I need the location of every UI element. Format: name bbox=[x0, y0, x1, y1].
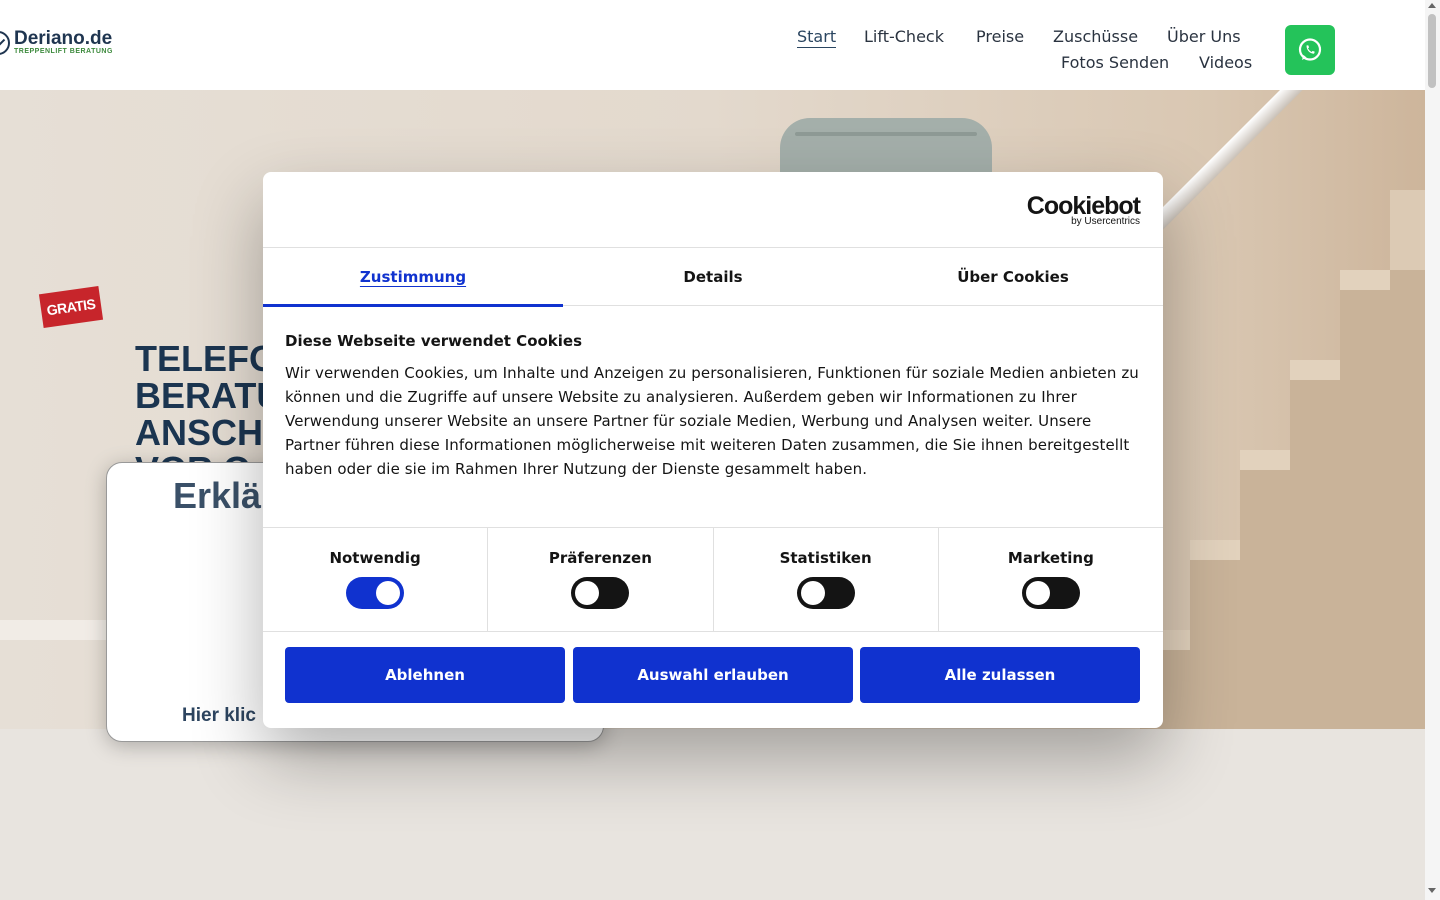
nav-ueber-uns[interactable]: Über Uns bbox=[1167, 27, 1241, 46]
toggle-statistiken[interactable] bbox=[796, 577, 855, 609]
nav-start[interactable]: Start bbox=[797, 27, 837, 48]
tab-zustimmung-label: Zustimmung bbox=[359, 268, 467, 286]
dialog-tabs: Zustimmung Details Über Cookies bbox=[263, 248, 1163, 307]
tab-ueber-cookies-label: Über Cookies bbox=[957, 268, 1069, 286]
category-label: Präferenzen bbox=[548, 549, 652, 567]
category-marketing: Marketing bbox=[939, 528, 1163, 631]
video-card-cta[interactable]: Hier klic bbox=[182, 705, 256, 727]
tab-details-label: Details bbox=[683, 268, 743, 286]
tab-zustimmung[interactable]: Zustimmung bbox=[263, 248, 563, 307]
dialog-heading: Diese Webseite verwendet Cookies bbox=[285, 332, 583, 350]
category-label: Statistiken bbox=[779, 549, 872, 567]
cookie-consent-dialog: Cookiebot by Usercentrics Zustimmung Det… bbox=[263, 172, 1163, 728]
tab-details[interactable]: Details bbox=[563, 248, 863, 306]
dialog-body: Diese Webseite verwendet Cookies Wir ver… bbox=[285, 332, 1141, 481]
category-label: Notwendig bbox=[329, 549, 421, 567]
decline-button[interactable]: Ablehnen bbox=[285, 647, 565, 703]
nav-fotos-senden[interactable]: Fotos Senden bbox=[1061, 53, 1169, 72]
logo-check-icon bbox=[0, 30, 10, 55]
allow-all-button[interactable]: Alle zulassen bbox=[860, 647, 1140, 703]
whatsapp-button[interactable] bbox=[1285, 25, 1335, 75]
video-card-title: Erklä bbox=[173, 475, 262, 516]
allow-selection-button[interactable]: Auswahl erlauben bbox=[573, 647, 853, 703]
toggle-praeferenzen[interactable] bbox=[571, 577, 630, 609]
scroll-down-arrow-icon[interactable] bbox=[1428, 888, 1436, 893]
category-notwendig: Notwendig bbox=[263, 528, 489, 631]
tab-ueber-cookies[interactable]: Über Cookies bbox=[863, 248, 1163, 306]
dialog-header: Cookiebot by Usercentrics bbox=[263, 172, 1163, 248]
toggle-marketing[interactable] bbox=[1021, 577, 1080, 609]
site-header: Deriano.de TREPPENLIFT BERATUNG Start Li… bbox=[0, 0, 1425, 90]
category-statistiken: Statistiken bbox=[714, 528, 939, 631]
nav-preise[interactable]: Preise bbox=[976, 27, 1024, 46]
scrollbar-thumb[interactable] bbox=[1428, 14, 1436, 88]
consent-categories: Notwendig Präferenzen Statistiken Market… bbox=[263, 527, 1163, 632]
cookiebot-brand: Cookiebot bbox=[1026, 192, 1141, 220]
category-praeferenzen: Präferenzen bbox=[488, 528, 714, 631]
whatsapp-icon bbox=[1298, 38, 1322, 61]
nav-videos[interactable]: Videos bbox=[1199, 53, 1252, 72]
logo-name: Deriano.de bbox=[14, 28, 113, 49]
scroll-up-arrow-icon[interactable] bbox=[1428, 3, 1436, 8]
site-logo[interactable]: Deriano.de TREPPENLIFT BERATUNG bbox=[0, 28, 113, 55]
dialog-description: Wir verwenden Cookies, um Inhalte und An… bbox=[285, 364, 1139, 478]
nav-zuschuesse[interactable]: Zuschüsse bbox=[1053, 27, 1138, 46]
page-scrollbar[interactable] bbox=[1425, 0, 1440, 900]
category-label: Marketing bbox=[1007, 549, 1094, 567]
logo-tagline: TREPPENLIFT BERATUNG bbox=[14, 48, 113, 55]
toggle-notwendig[interactable] bbox=[346, 577, 405, 609]
nav-lift-check[interactable]: Lift-Check bbox=[864, 27, 944, 46]
cookiebot-logo[interactable]: Cookiebot by Usercentrics bbox=[1026, 192, 1141, 228]
